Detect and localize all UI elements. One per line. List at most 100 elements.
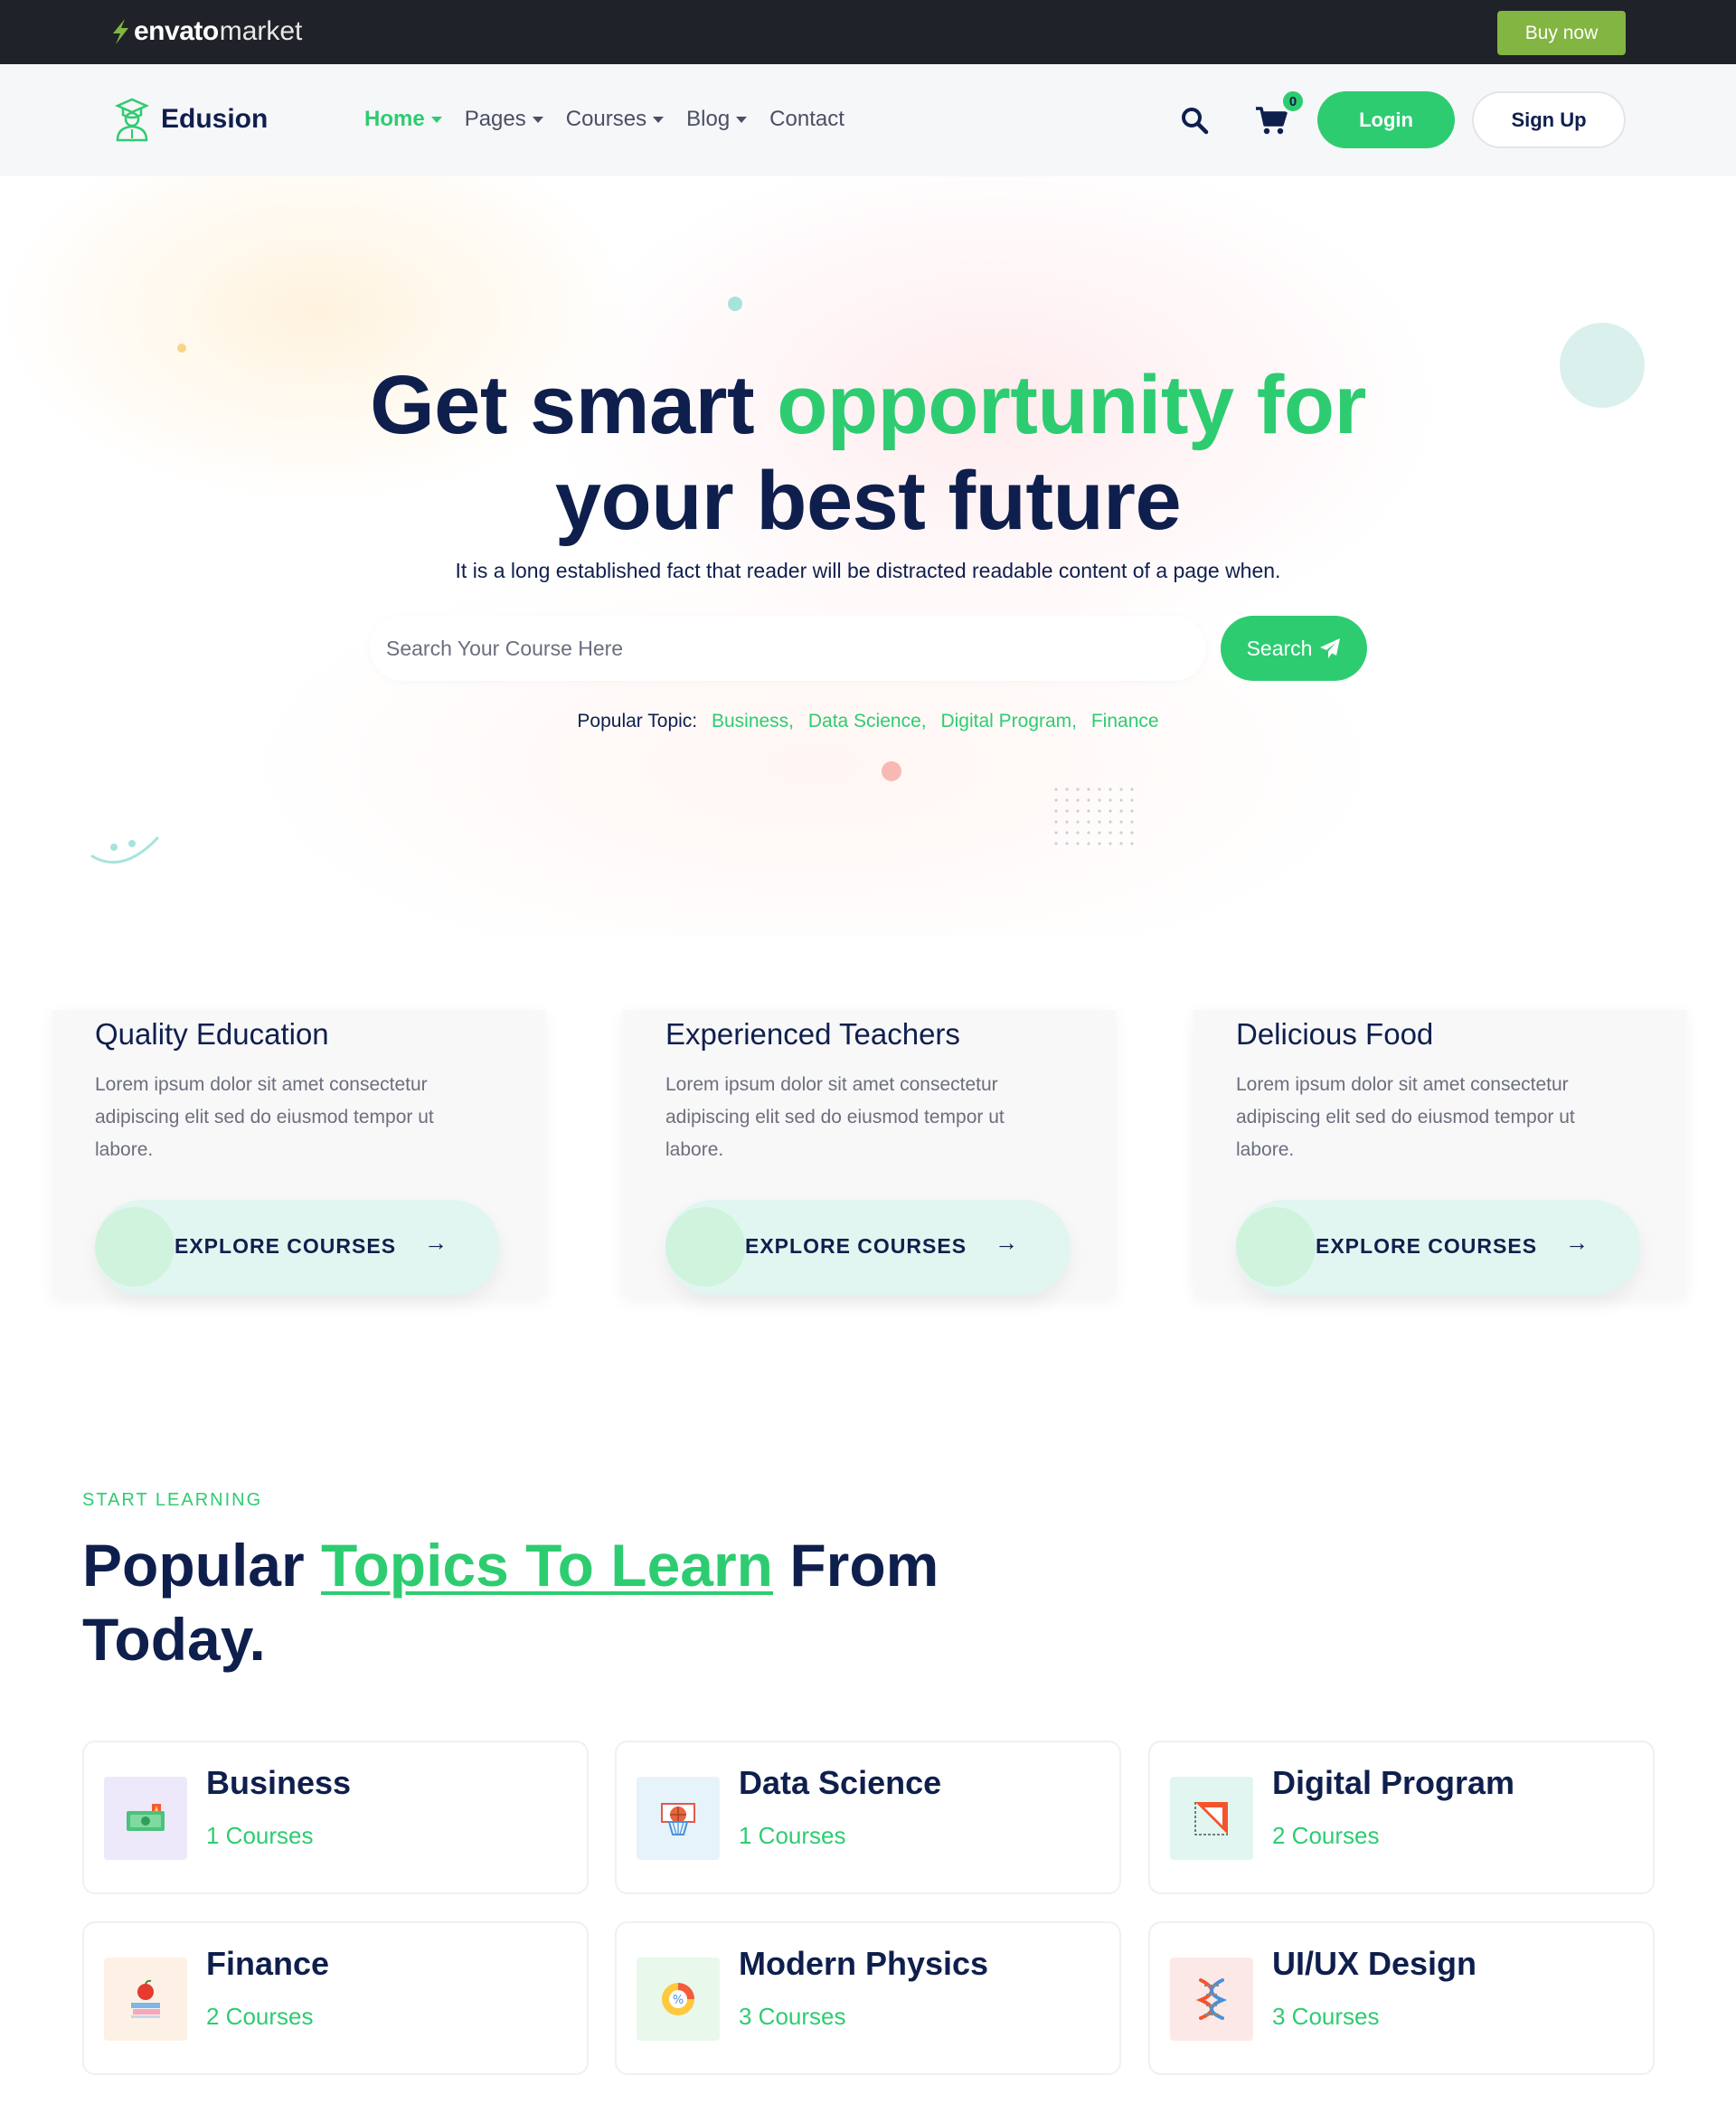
nav-item-label: Blog [686, 107, 731, 131]
svg-text:%: % [673, 1994, 684, 2007]
topic-icon-box [1170, 1777, 1253, 1860]
feature-title: Experienced Teachers [665, 1017, 960, 1051]
section-title-accent: Topics To Learn [321, 1532, 773, 1599]
button-blob [665, 1207, 745, 1287]
caret-down-icon [736, 116, 748, 123]
caret-down-icon [430, 116, 442, 123]
basketball-hoop-icon [661, 1803, 695, 1835]
nav-item-label: Courses [565, 107, 647, 131]
hero-subtitle: It is a long established fact that reade… [455, 559, 1281, 582]
section-title-part1: Popular [82, 1532, 322, 1599]
feature-title: Delicious Food [1236, 1017, 1434, 1051]
decor-dot-pink [882, 761, 901, 781]
feature-text: Lorem ipsum dolor sit amet consectetur a… [1236, 1074, 1575, 1160]
topic-icon-box: % [637, 1958, 720, 2041]
nav-item-contact[interactable]: Contact [769, 107, 844, 132]
nav-item-home[interactable]: Home [364, 107, 442, 132]
login-button[interactable]: Login [1317, 91, 1455, 148]
hero-title-part1: Get smart [370, 359, 778, 451]
topic-icon-box [104, 1777, 187, 1860]
envato-brand-text: envato [134, 16, 219, 46]
money-icon [127, 1804, 165, 1831]
feature-card-experienced-teachers: Experienced Teachers Lorem ipsum dolor s… [623, 1010, 1116, 1297]
nav-item-courses[interactable]: Courses [565, 107, 665, 132]
nav-item-label: Contact [769, 107, 844, 131]
decor-dot-yellow [177, 344, 186, 353]
search-icon[interactable] [1180, 106, 1209, 135]
hero-section: Get smart opportunity for your best futu… [0, 176, 1736, 936]
envato-top-bar: envato market Buy now [0, 0, 1736, 64]
nav-item-pages[interactable]: Pages [465, 107, 543, 132]
topic-card-digital-program[interactable]: Digital Program 2 Courses [1148, 1741, 1655, 1894]
topic-card-finance[interactable]: Finance 2 Courses [82, 1921, 589, 2075]
hero-title-accent: opportunity for [777, 359, 1366, 451]
popular-topic-link[interactable]: Finance [1091, 711, 1159, 731]
search-button-label: Search [1246, 636, 1313, 660]
feature-text: Lorem ipsum dolor sit amet consectetur a… [95, 1074, 434, 1160]
graduate-icon [114, 98, 150, 142]
apple-books-icon [131, 1979, 160, 2018]
topic-card-ui-ux-design[interactable]: UI/UX Design 3 Courses [1148, 1921, 1655, 2075]
explore-courses-button[interactable]: EXPLORE COURSES → [1236, 1200, 1641, 1295]
popular-topics: Popular Topic: Business, Data Science, D… [0, 711, 1736, 732]
popular-topic-link[interactable]: Data Science, [808, 711, 927, 731]
course-search-input[interactable] [370, 616, 1206, 681]
topic-name: Data Science [739, 1764, 942, 1801]
topic-card-modern-physics[interactable]: % Modern Physics 3 Courses [615, 1921, 1121, 2075]
topic-course-count: 3 Courses [1272, 2003, 1380, 2030]
site-name: Edusion [161, 104, 269, 134]
nav-item-label: Home [364, 107, 425, 131]
section-tag: START LEARNING [82, 1490, 263, 1510]
popular-topic-link[interactable]: Business, [712, 711, 794, 731]
buy-now-button[interactable]: Buy now [1497, 11, 1626, 55]
percent-chart-icon: % [662, 1983, 694, 2015]
feature-card-delicious-food: Delicious Food Lorem ipsum dolor sit ame… [1194, 1010, 1686, 1297]
envato-logo[interactable]: envato market [110, 15, 302, 48]
envato-leaf-icon [113, 19, 128, 44]
arrow-right-icon: → [995, 1229, 1018, 1256]
feature-card-quality-education: Quality Education Lorem ipsum dolor sit … [52, 1010, 545, 1297]
feature-text: Lorem ipsum dolor sit amet consectetur a… [665, 1074, 1005, 1160]
topic-course-count: 1 Courses [206, 1822, 314, 1849]
topic-course-count: 3 Courses [739, 2003, 846, 2030]
nav-item-blog[interactable]: Blog [686, 107, 748, 132]
topic-name: Digital Program [1272, 1764, 1515, 1801]
site-logo[interactable]: Edusion [112, 97, 268, 142]
topic-name: Finance [206, 1945, 330, 1982]
arrow-right-icon: → [424, 1229, 448, 1256]
explore-courses-button[interactable]: EXPLORE COURSES → [665, 1200, 1071, 1295]
nav-item-label: Pages [464, 107, 526, 131]
topic-name: UI/UX Design [1272, 1945, 1477, 1982]
hero-title-part2: your best future [554, 455, 1182, 547]
topic-course-count: 2 Courses [206, 2003, 314, 2030]
hero-title: Get smart opportunity for your best futu… [0, 357, 1736, 549]
topic-name: Business [206, 1764, 352, 1801]
nav-links: Home Pages Courses Blog Contact [364, 107, 867, 132]
set-square-icon [1194, 1802, 1228, 1835]
dna-icon [1195, 1978, 1228, 2020]
topic-icon-box [104, 1958, 187, 2041]
explore-courses-button[interactable]: EXPLORE COURSES → [95, 1200, 500, 1295]
section-title: Popular Topics To Learn From Today. [82, 1528, 986, 1676]
signup-button[interactable]: Sign Up [1472, 91, 1626, 148]
topic-card-data-science[interactable]: Data Science 1 Courses [615, 1741, 1121, 1894]
feature-title: Quality Education [95, 1017, 329, 1051]
envato-market-text: market [219, 16, 303, 46]
search-button[interactable]: Search [1221, 616, 1367, 681]
topic-course-count: 2 Courses [1272, 1822, 1380, 1849]
decor-dot-teal [728, 297, 742, 311]
topic-name: Modern Physics [739, 1945, 989, 1982]
topic-card-business[interactable]: Business 1 Courses [82, 1741, 589, 1894]
decor-smile-icon [90, 836, 159, 864]
topic-icon-box [637, 1777, 720, 1860]
popular-topics-label: Popular Topic: [577, 711, 698, 731]
explore-courses-label: EXPLORE COURSES [175, 1234, 397, 1258]
caret-down-icon [532, 116, 543, 123]
cart-count-badge: 0 [1280, 89, 1306, 114]
explore-courses-label: EXPLORE COURSES [1316, 1234, 1538, 1258]
decor-dots-grid [1051, 784, 1137, 849]
button-blob [1236, 1207, 1316, 1287]
button-blob [95, 1207, 175, 1287]
popular-topic-link[interactable]: Digital Program, [940, 711, 1077, 731]
paper-plane-icon [1320, 638, 1341, 658]
